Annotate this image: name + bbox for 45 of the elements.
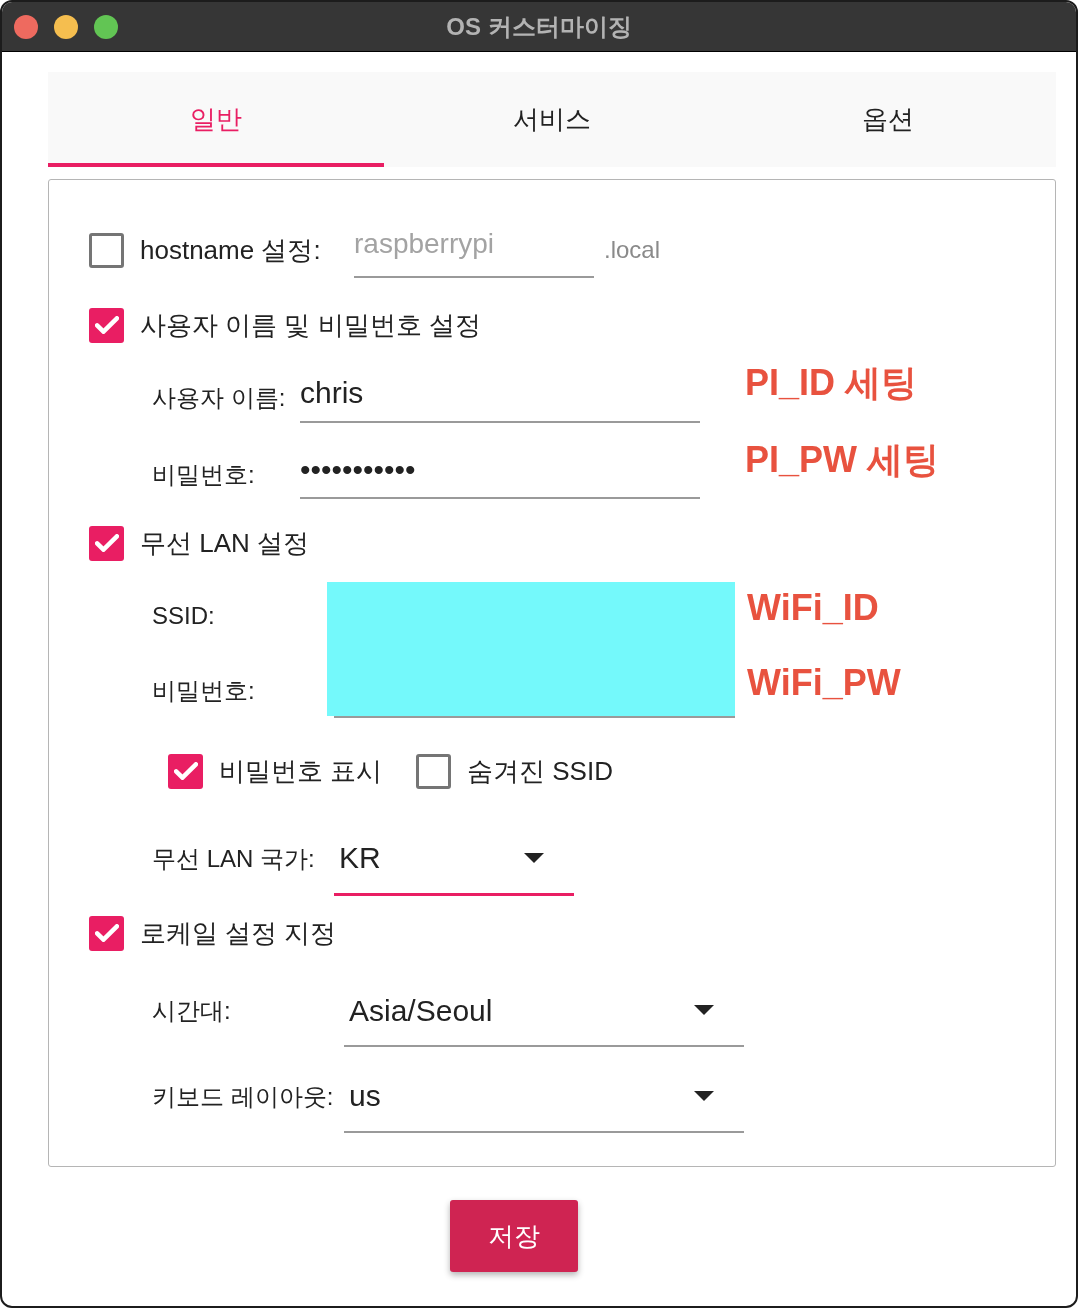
username-field[interactable]: chris: [300, 372, 700, 423]
window-title: OS 커스터마이징: [446, 11, 632, 42]
check-icon: [94, 316, 119, 334]
hostname-field[interactable]: raspberrypi: [354, 222, 594, 278]
field-label: SSID:: [152, 600, 215, 631]
tab[interactable]: 옵션: [720, 72, 1056, 167]
checkbox-label: 무선 LAN 설정: [140, 526, 310, 560]
close-icon[interactable]: [14, 14, 38, 39]
timezone-select[interactable]: Asia/Seoul: [344, 975, 744, 1047]
check-icon: [94, 924, 119, 942]
tab[interactable]: 서비스: [384, 72, 720, 167]
checkbox[interactable]: [168, 753, 203, 789]
dropdown-arrow-icon[interactable]: [524, 852, 544, 863]
field-label: 사용자 이름:: [152, 383, 286, 411]
maximize-icon[interactable]: [94, 14, 118, 39]
field-label: 시간대:: [152, 997, 231, 1024]
minimize-icon[interactable]: [54, 14, 78, 39]
annotation-label: PI_PW 세팅: [745, 441, 940, 478]
field-label: 비밀번호:: [152, 675, 255, 706]
field-label: 비밀번호:: [152, 460, 255, 488]
field-label: 키보드 레이아웃:: [152, 1082, 334, 1110]
checkbox[interactable]: [89, 915, 124, 951]
checkbox-label: 비밀번호 표시: [219, 754, 383, 788]
domain-suffix: .local: [604, 235, 661, 265]
keyboard-layout-select[interactable]: us: [344, 1060, 744, 1133]
checkbox[interactable]: [89, 307, 124, 343]
checkbox[interactable]: [89, 525, 124, 561]
check-icon: [94, 534, 119, 552]
checkbox[interactable]: [416, 753, 451, 789]
tab[interactable]: 일반: [48, 72, 384, 167]
dropdown-arrow-icon[interactable]: [694, 1090, 714, 1101]
dropdown-arrow-icon[interactable]: [694, 1005, 714, 1015]
checkbox-label: hostname 설정:: [140, 234, 321, 265]
annotation-label: PI_ID 세팅: [745, 364, 918, 401]
checkbox-label: 로케일 설정 지정: [140, 916, 337, 950]
save-button[interactable]: 저장: [450, 1200, 578, 1272]
country-select[interactable]: KR: [334, 822, 574, 896]
checkbox[interactable]: [89, 232, 124, 268]
check-icon: [173, 762, 198, 780]
password-field[interactable]: •••••••••••: [300, 450, 700, 499]
checkbox-label: 사용자 이름 및 비밀번호 설정: [140, 308, 481, 342]
annotation-label: WiFi_ID: [747, 589, 879, 626]
field-label: 무선 LAN 국가:: [152, 845, 315, 872]
checkbox-label: 숨겨진 SSID: [467, 754, 613, 788]
annotation-label: WiFi_PW: [747, 664, 901, 701]
